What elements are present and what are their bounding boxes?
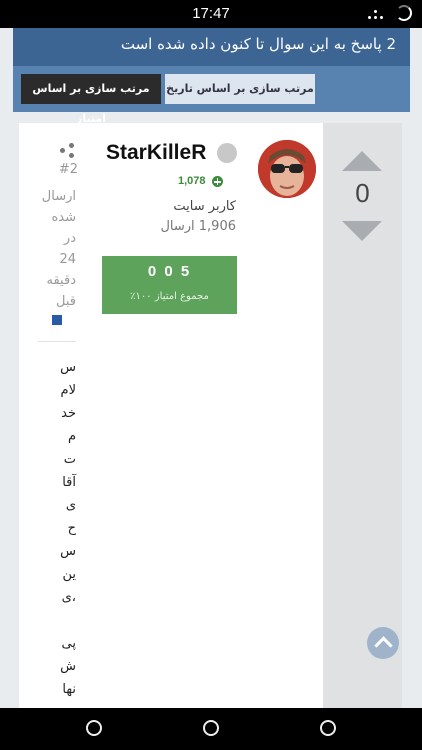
sort-bar: مرتب سازی بر اساس تاریخ مرتب سازی بر اسا… (13, 66, 410, 125)
body-line: ی (65, 498, 76, 513)
downvote-arrow-icon[interactable] (342, 221, 382, 241)
post-time-meta: ارسال شده در 24 دقیقه قبل (36, 186, 76, 312)
vote-count: 0 (355, 178, 370, 208)
meta-line: 24 (59, 252, 76, 267)
post-body: س لام خد م ت آقا ی ح س ین ی، پی ش نها د (44, 356, 76, 724)
reputation-badge: 1,078 (178, 175, 206, 187)
member-title: کاربر سایت (173, 199, 236, 214)
body-line: ین (62, 567, 76, 582)
body-line: ش (60, 659, 76, 674)
divider (38, 341, 76, 342)
body-line: نها (62, 682, 76, 697)
meta-line: دقیقه (46, 273, 76, 288)
status-time: 17:47 (192, 5, 230, 22)
share-icon[interactable] (60, 143, 76, 158)
score-label: مجموع امتیاز ۱۰۰٪ (130, 291, 209, 302)
loading-ring-icon (396, 5, 412, 21)
score-summary-box: 0 0 5 مجموع امتیاز ۱۰۰٪ (102, 256, 237, 314)
score-stats: 0 0 5 (102, 263, 237, 280)
author-name[interactable]: StarKilleR (106, 141, 206, 165)
meta-line: ارسال (41, 189, 76, 204)
answer-count-text: 2 پاسخ به این سوال تا کنون داده شده است (120, 35, 396, 53)
answers-header: 2 پاسخ به این سوال تا کنون داده شده است (13, 28, 410, 66)
body-line: ح (67, 521, 76, 536)
notification-dots-icon (366, 6, 386, 22)
body-line: ت (63, 452, 76, 467)
tab-sort-by-date[interactable]: مرتب سازی بر اساس تاریخ (165, 74, 315, 104)
vote-column: 0 (323, 123, 402, 713)
scroll-to-top-button[interactable] (367, 627, 399, 659)
tab-sort-by-score[interactable]: مرتب سازی بر اساس امتیاز (21, 74, 161, 125)
body-line: پی (61, 636, 76, 651)
flag-icon[interactable] (52, 315, 62, 325)
upvote-arrow-icon[interactable] (342, 151, 382, 171)
meta-line: شده (51, 210, 76, 225)
meta-line: در (63, 231, 76, 246)
score-stats-text: 0 0 5 (147, 263, 192, 280)
avatar[interactable] (258, 140, 316, 198)
status-bar: 17:47 (0, 0, 422, 28)
body-line: ی، (61, 590, 76, 605)
body-line: لام (60, 383, 76, 398)
body-line (44, 609, 76, 632)
body-line: س (60, 544, 76, 559)
body-line: م (67, 429, 76, 444)
recents-nav-icon[interactable] (320, 720, 336, 736)
body-line: آقا (62, 475, 76, 490)
post-number[interactable]: #2 (38, 162, 78, 177)
body-line: س (60, 360, 76, 375)
offline-status-icon (217, 143, 237, 163)
home-nav-icon[interactable] (203, 720, 219, 736)
back-nav-icon[interactable] (86, 720, 102, 736)
android-nav-bar (0, 708, 422, 750)
member-post-count: 1,906 ارسال (160, 219, 236, 234)
body-line: خد (61, 406, 76, 421)
meta-line: قبل (56, 294, 76, 309)
plus-circle-icon (212, 176, 223, 187)
